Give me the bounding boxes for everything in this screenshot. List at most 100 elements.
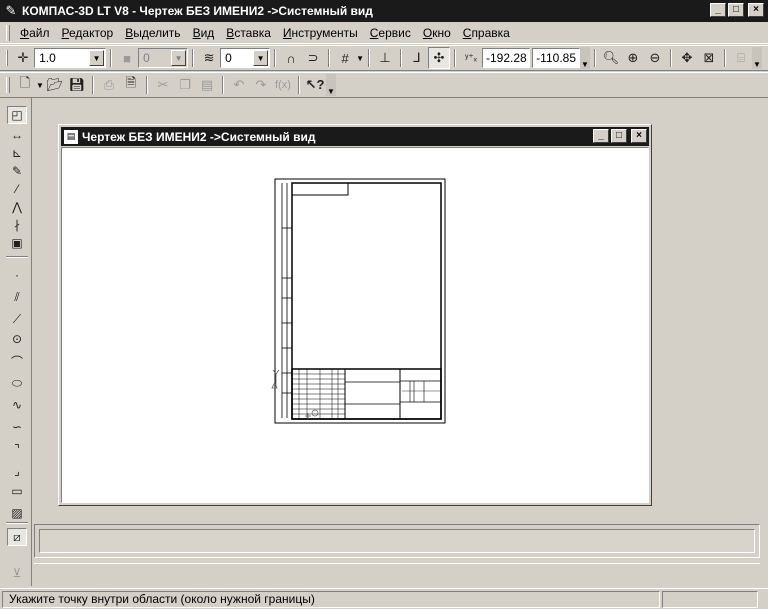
coord-y-field[interactable]: -110.85: [532, 48, 580, 68]
menu-tools[interactable]: Инструменты: [277, 24, 364, 42]
menu-view[interactable]: Вид: [187, 24, 221, 42]
print-icon[interactable]: ⎙: [98, 74, 120, 96]
edit-panel-icon[interactable]: ✎: [7, 162, 27, 180]
new-document-icon[interactable]: 🗋: [14, 74, 36, 96]
spec-panel-icon[interactable]: ▣: [7, 234, 27, 252]
regenerate-icon[interactable]: ⌸: [730, 47, 752, 69]
toolbar-overflow-chevron[interactable]: ▼: [752, 47, 762, 69]
zoom-fit-icon[interactable]: ⊠: [698, 47, 720, 69]
stop-command-icon[interactable]: ⊻: [7, 564, 27, 582]
coord-x-field[interactable]: -192.28: [482, 48, 530, 68]
status-bar: Укажите точку внутри области (около нужн…: [0, 588, 768, 609]
dimensions-panel-icon[interactable]: ↔: [7, 126, 27, 144]
print-preview-icon[interactable]: 🗎: [120, 74, 142, 96]
segment-icon[interactable]: ⟋: [7, 310, 27, 328]
paste-icon[interactable]: ▤: [196, 74, 218, 96]
scissors-icon[interactable]: ✂: [152, 74, 174, 96]
snap-magnet-icon[interactable]: ⊃: [302, 47, 324, 69]
bezier-icon[interactable]: ∽: [7, 418, 27, 436]
circle-icon[interactable]: ⊙: [7, 330, 27, 348]
toolbar-separator: [328, 49, 331, 67]
special-control-panel: [34, 563, 760, 585]
grid-icon[interactable]: #: [334, 47, 356, 69]
toolbar-separator: [222, 76, 224, 94]
toolbar-overflow-chevron[interactable]: ▼: [326, 74, 336, 96]
toolbar-grip[interactable]: [6, 50, 9, 66]
color-combo[interactable]: 0 ▼: [138, 48, 189, 68]
ellipse-icon[interactable]: ⬭: [7, 374, 27, 392]
rectangle-icon[interactable]: ▭: [7, 482, 27, 500]
drawing-canvas[interactable]: [61, 147, 649, 503]
magnet-icon[interactable]: ∩: [280, 47, 302, 69]
document-maximize-button[interactable]: □: [611, 129, 627, 143]
pan-icon[interactable]: ✥: [676, 47, 698, 69]
toolbar-separator: [92, 76, 94, 94]
undo-icon[interactable]: ↶: [228, 74, 250, 96]
document-minimize-button[interactable]: _: [593, 129, 609, 143]
open-folder-icon[interactable]: 📂︎: [44, 74, 66, 96]
geometry-panel-icon[interactable]: ◰: [7, 106, 27, 124]
point-icon[interactable]: ·: [7, 266, 27, 284]
menu-insert[interactable]: Вставка: [220, 24, 277, 42]
menu-editor[interactable]: Редактор: [56, 24, 120, 42]
document-close-button[interactable]: ×: [631, 129, 647, 143]
drawing-document-icon[interactable]: ▤: [64, 129, 78, 144]
layers-icon[interactable]: ≋: [198, 47, 220, 69]
app-title: КОМПАС-3D LT V8 - Чертеж БЕЗ ИМЕНИ2 ->Си…: [22, 4, 373, 18]
toolbar-grip[interactable]: [6, 77, 10, 93]
document-title: Чертеж БЕЗ ИМЕНИ2 ->Системный вид: [82, 129, 316, 144]
round-off-icon[interactable]: ✣: [428, 47, 450, 69]
save-icon[interactable]: 💾︎: [66, 74, 88, 96]
fillet-icon[interactable]: ⌟: [7, 462, 27, 480]
maximize-button[interactable]: □: [728, 3, 744, 17]
kompas-logo-icon[interactable]: ✎: [2, 2, 20, 20]
line-style-combo[interactable]: 1.0 ▼: [34, 48, 107, 68]
function-icon[interactable]: f(x): [272, 74, 294, 96]
auto-create-icon[interactable]: ⧄: [7, 528, 27, 546]
zoom-in-icon[interactable]: ⊕: [622, 47, 644, 69]
zoom-out-icon[interactable]: ⊖: [644, 47, 666, 69]
crosshair-icon[interactable]: ✛: [12, 47, 34, 69]
aux-line-icon[interactable]: ⫽: [7, 288, 27, 306]
arc-icon[interactable]: ⌒: [7, 352, 27, 370]
select-panel-icon[interactable]: ∤: [7, 216, 27, 234]
menu-bar: Файл Редактор Выделить Вид Вставка Инстр…: [0, 22, 768, 44]
menu-window[interactable]: Окно: [417, 24, 457, 42]
app-title-bar: ✎ КОМПАС-3D LT V8 - Чертеж БЕЗ ИМЕНИ2 ->…: [0, 0, 768, 22]
minimize-button[interactable]: _: [710, 3, 726, 17]
menu-grip[interactable]: [6, 24, 10, 41]
document-title-bar: ▤ Чертеж БЕЗ ИМЕНИ2 ->Системный вид _ □ …: [61, 127, 649, 146]
chevron-down-icon[interactable]: ▼: [253, 50, 269, 66]
menu-help[interactable]: Справка: [457, 24, 516, 42]
measure-panel-icon[interactable]: ⋀: [7, 198, 27, 216]
parametrize-panel-icon[interactable]: ⁄: [7, 180, 27, 198]
cursor-coords-icon: ʸ⁺ₓ: [465, 52, 477, 64]
layer-combo[interactable]: 0 ▼: [220, 48, 271, 68]
toolbar-separator: [298, 76, 300, 94]
help-pointer-icon[interactable]: ↖?: [304, 74, 326, 96]
magnifier-icon[interactable]: 🔍︎: [600, 47, 622, 69]
status-pane-extra: [662, 590, 758, 608]
local-cs-icon[interactable]: ⊥: [374, 47, 396, 69]
chamfer-icon[interactable]: ⌝: [7, 440, 27, 458]
status-message: Укажите точку внутри области (около нужн…: [2, 590, 660, 608]
toolbar-separator: [368, 49, 370, 67]
copy-icon[interactable]: ❐: [174, 74, 196, 96]
chevron-down-icon[interactable]: ▼: [89, 50, 105, 66]
menu-select[interactable]: Выделить: [119, 24, 186, 42]
menu-service[interactable]: Сервис: [364, 24, 417, 42]
spline-icon[interactable]: ∿: [7, 396, 27, 414]
close-button[interactable]: ×: [748, 3, 764, 17]
symbols-panel-icon[interactable]: ⊾: [7, 144, 27, 162]
chevron-down-icon[interactable]: ▼: [356, 54, 364, 63]
chevron-down-icon[interactable]: ▼: [171, 50, 187, 66]
chevron-down-icon[interactable]: ▼: [36, 81, 44, 90]
color-icon[interactable]: ■: [116, 47, 138, 69]
redo-icon[interactable]: ↷: [250, 74, 272, 96]
toolbar-overflow-chevron[interactable]: ▼: [580, 47, 590, 69]
ortho-icon[interactable]: ⅃: [406, 47, 428, 69]
document-window-controls: _ □ ×: [593, 129, 647, 143]
menu-file[interactable]: Файл: [14, 24, 56, 42]
toolbar-separator: [400, 49, 402, 67]
toolbar-separator: [110, 49, 113, 67]
